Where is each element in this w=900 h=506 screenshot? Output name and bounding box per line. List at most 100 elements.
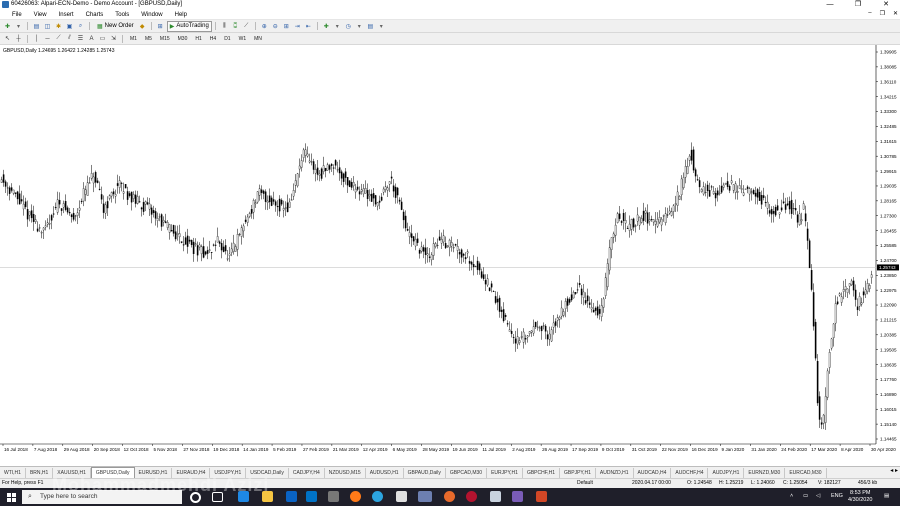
- tray-clock[interactable]: 8:53 PM 4/30/2020: [848, 490, 872, 503]
- chart-tab[interactable]: GBPJPY,H1: [560, 467, 596, 478]
- market-watch-icon[interactable]: ▤: [32, 22, 41, 30]
- timeframe-m15[interactable]: M15: [156, 36, 174, 42]
- tray-arrow-icon[interactable]: ˄: [790, 493, 793, 500]
- periods-dropdown-icon[interactable]: ▾: [355, 22, 364, 30]
- chart-tab[interactable]: NZDUSD,M15: [325, 467, 366, 478]
- chart-tab[interactable]: AUDUSD,H1: [366, 467, 404, 478]
- data-window-icon[interactable]: ◫: [43, 22, 52, 30]
- horizontal-line-icon[interactable]: ─: [43, 35, 52, 43]
- menu-tools[interactable]: Tools: [109, 12, 135, 18]
- firefox-icon[interactable]: [350, 491, 361, 502]
- chart-shift-icon[interactable]: ⇤: [304, 22, 313, 30]
- periods-icon[interactable]: ◷: [344, 22, 353, 30]
- chart-minimize-button[interactable]: –: [868, 10, 871, 19]
- powerpoint-icon[interactable]: [536, 491, 547, 502]
- indicators-dropdown-icon[interactable]: ▾: [333, 22, 342, 30]
- new-chart-icon[interactable]: ✚: [3, 22, 12, 30]
- timeframe-mn[interactable]: MN: [250, 36, 266, 42]
- chart-close-button[interactable]: ✕: [893, 10, 898, 19]
- autotrading-button[interactable]: ▶ AutoTrading: [166, 20, 212, 32]
- timeframe-h1[interactable]: H1: [191, 36, 205, 42]
- text-label-icon[interactable]: A: [87, 35, 96, 43]
- mail-icon[interactable]: [306, 491, 317, 502]
- metatrader-icon[interactable]: [418, 491, 432, 502]
- tray-language[interactable]: ENG: [831, 493, 843, 500]
- menu-view[interactable]: View: [28, 12, 53, 18]
- network-icon[interactable]: ▭: [803, 493, 808, 500]
- timeframe-m5[interactable]: M5: [141, 36, 156, 42]
- restore-button[interactable]: ❐: [844, 0, 872, 10]
- price-chart[interactable]: 1.39905 1.38085 1.36110 1.34215 1.33300 1.324…: [0, 45, 900, 465]
- menu-insert[interactable]: Insert: [53, 12, 80, 18]
- chart-tab[interactable]: AUDCAD,H4: [634, 467, 672, 478]
- candle-body: [144, 201, 147, 205]
- candle-body: [250, 209, 253, 214]
- cursor-icon[interactable]: ↖: [3, 35, 12, 43]
- minimize-button[interactable]: —: [816, 0, 844, 10]
- chart-tab[interactable]: AUDNZD,H1: [596, 467, 634, 478]
- profiles-icon[interactable]: ▾: [14, 22, 23, 30]
- new-order-button[interactable]: ▦ New Order: [94, 21, 137, 32]
- chart-tab[interactable]: CADJPY,H4: [289, 467, 325, 478]
- channel-icon[interactable]: ⫽: [65, 35, 74, 43]
- app-icon-white[interactable]: [396, 491, 407, 502]
- chart-tab[interactable]: EURJPY,H1: [487, 467, 523, 478]
- chart-restore-button[interactable]: ❐: [880, 10, 885, 19]
- candle-body: [408, 232, 411, 237]
- chart-window[interactable]: GBPUSD,Daily 1.24695 1.26422 1.24285 1.2…: [0, 45, 900, 465]
- timeframe-m30[interactable]: M30: [174, 36, 192, 42]
- templates-icon[interactable]: ▤: [366, 22, 375, 30]
- line-chart-icon[interactable]: ⟋: [242, 22, 251, 30]
- strategy-tester-icon[interactable]: ⌕: [76, 22, 85, 30]
- zoom-out-icon[interactable]: ⊖: [271, 22, 280, 30]
- fibonacci-icon[interactable]: ☰: [76, 35, 85, 43]
- candle-body: [102, 203, 105, 213]
- app-icon-purple[interactable]: [512, 491, 523, 502]
- bar-chart-icon[interactable]: ⫼: [220, 22, 229, 30]
- chart-tab[interactable]: WTI,H1: [0, 467, 26, 478]
- menu-help[interactable]: Help: [169, 12, 193, 18]
- trendline-icon[interactable]: ⟋: [54, 35, 63, 43]
- store-icon[interactable]: [286, 491, 297, 502]
- chart-tab[interactable]: EURNZD,M30: [744, 467, 786, 478]
- signals-icon[interactable]: ⊞: [156, 22, 165, 30]
- navigator-icon[interactable]: ✱: [54, 22, 63, 30]
- timeframe-m1[interactable]: M1: [126, 36, 141, 42]
- chart-tab[interactable]: GBPAUD,Daily: [404, 467, 446, 478]
- indicators-icon[interactable]: ✚: [322, 22, 331, 30]
- menu-file[interactable]: File: [0, 12, 28, 18]
- chart-tab[interactable]: GBPCAD,M30: [446, 467, 488, 478]
- terminal-icon[interactable]: ▣: [65, 22, 74, 30]
- calculator-icon[interactable]: [328, 491, 339, 502]
- windows-start-icon[interactable]: [7, 493, 16, 502]
- chart-tab[interactable]: EURCAD,M30: [785, 467, 827, 478]
- timeframe-w1[interactable]: W1: [235, 36, 251, 42]
- arrows-icon[interactable]: ⇲: [109, 35, 118, 43]
- chart-tab[interactable]: GBPCHF,H1: [523, 467, 561, 478]
- recorder-icon[interactable]: [466, 491, 477, 502]
- close-button[interactable]: ✕: [872, 0, 900, 10]
- tile-windows-icon[interactable]: ⊞: [282, 22, 291, 30]
- telegram-icon[interactable]: [372, 491, 383, 502]
- app-icon-gray[interactable]: [490, 491, 501, 502]
- chart-tab[interactable]: BRN,H1: [26, 467, 54, 478]
- date-label: 5 Nov 2018: [153, 447, 177, 452]
- menu-charts[interactable]: Charts: [80, 12, 110, 18]
- volume-icon[interactable]: ◁: [816, 493, 820, 500]
- chart-tab[interactable]: AUDCHF,H4: [671, 467, 709, 478]
- timeframe-d1[interactable]: D1: [220, 36, 234, 42]
- tab-scroll-arrows[interactable]: ◂ ▸: [890, 467, 898, 474]
- notifications-icon[interactable]: ▤: [884, 493, 889, 500]
- candlestick-icon[interactable]: ⧮: [231, 22, 240, 30]
- label-icon[interactable]: ▭: [98, 35, 107, 43]
- chart-tab[interactable]: AUDJPY,H1: [708, 467, 745, 478]
- vertical-line-icon[interactable]: │: [32, 35, 41, 43]
- chrome-icon[interactable]: [444, 491, 455, 502]
- crosshair-icon[interactable]: ┼: [14, 35, 23, 43]
- autoscroll-icon[interactable]: ⇥: [293, 22, 302, 30]
- menu-window[interactable]: Window: [135, 12, 168, 18]
- templates-dropdown-icon[interactable]: ▾: [377, 22, 386, 30]
- metaeditor-icon[interactable]: ◆: [138, 22, 147, 30]
- zoom-in-icon[interactable]: ⊕: [260, 22, 269, 30]
- timeframe-h4[interactable]: H4: [206, 36, 220, 42]
